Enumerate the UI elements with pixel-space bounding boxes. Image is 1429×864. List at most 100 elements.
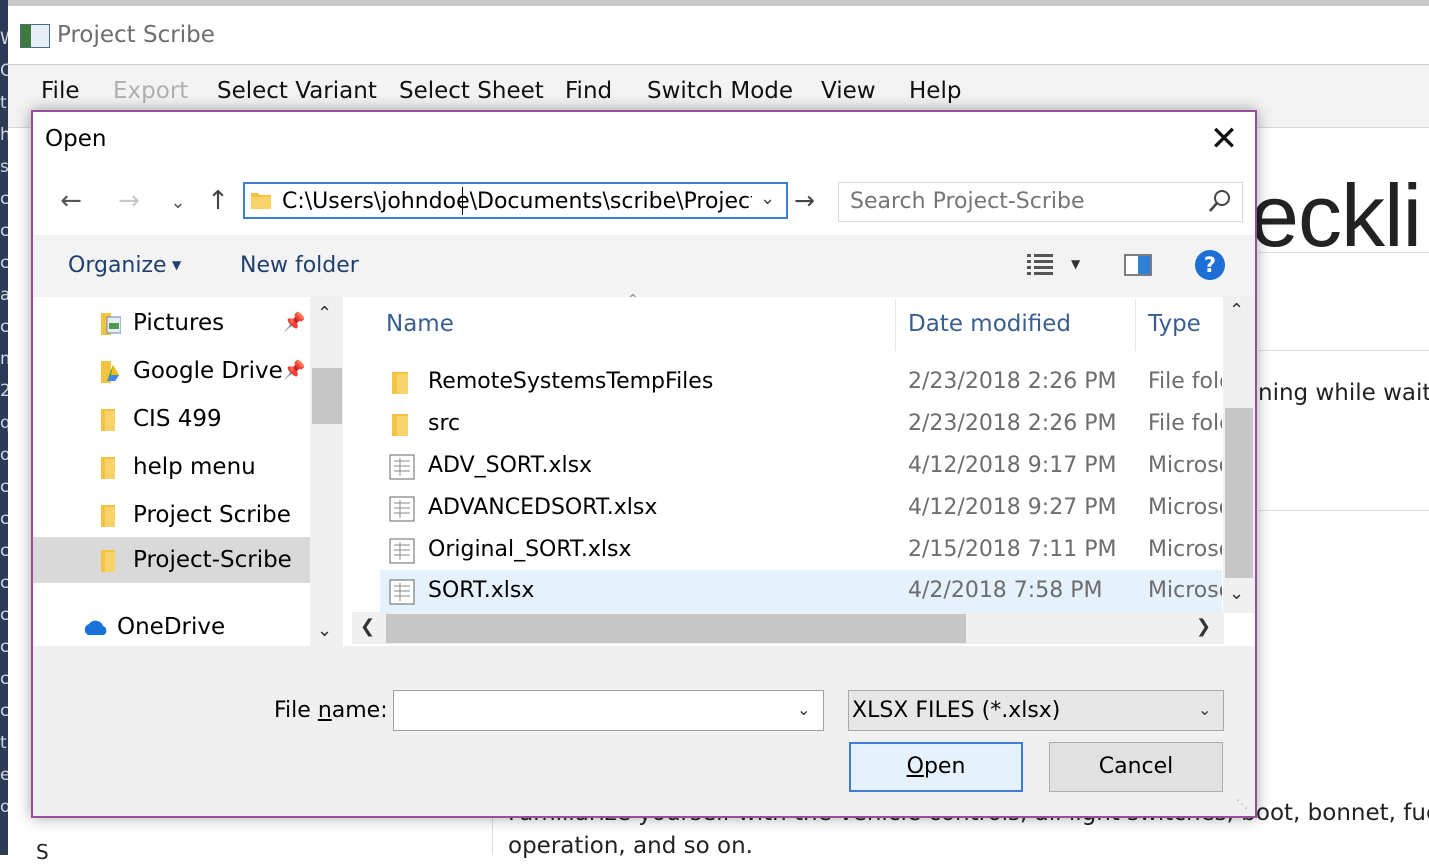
onedrive-cloud-icon (84, 620, 107, 635)
chevron-down-icon[interactable]: ⌄ (317, 620, 332, 641)
nav-item-project-scribe-selected[interactable]: Project-Scribe (33, 537, 310, 583)
file-row[interactable]: ADVANCEDSORT.xlsx 4/12/2018 9:27 PM Micr… (380, 487, 1222, 529)
file-name: RemoteSystemsTempFiles (428, 369, 714, 394)
chevron-up-icon[interactable]: ⌃ (1229, 300, 1244, 321)
chevron-up-icon[interactable]: ⌃ (317, 303, 332, 324)
caret-down-icon[interactable]: ▼ (1071, 257, 1080, 271)
view-details-icon[interactable] (1026, 252, 1054, 278)
file-name: src (428, 411, 461, 436)
file-type: Microsoft (1148, 537, 1222, 562)
menu-find[interactable]: Find (565, 78, 612, 104)
file-type: File folder (1148, 411, 1222, 436)
file-type-filter-value[interactable]: XLSX FILES (*.xlsx) (852, 698, 1060, 723)
file-name-input[interactable] (393, 690, 824, 731)
spreadsheet-file-icon (389, 454, 415, 480)
open-button[interactable]: Open (849, 742, 1023, 792)
background-window-char: s (0, 157, 8, 177)
menu-help[interactable]: Help (909, 78, 961, 104)
help-icon[interactable]: ? (1195, 250, 1225, 280)
file-date: 4/2/2018 7:58 PM (908, 578, 1103, 603)
nav-item-onedrive[interactable]: OneDrive (33, 604, 310, 646)
column-header-name[interactable]: Name (386, 311, 454, 337)
close-icon[interactable]: ✕ (1206, 122, 1242, 158)
column-separator[interactable] (895, 299, 896, 351)
background-window-char: h (0, 125, 8, 145)
app-icon (20, 24, 50, 48)
folder-icon (101, 409, 115, 431)
text-caret (462, 187, 463, 215)
file-date: 2/23/2018 2:26 PM (908, 369, 1117, 394)
background-window-char: c (0, 541, 8, 561)
nav-scrollbar-thumb[interactable] (312, 368, 342, 424)
nav-item-label: CIS 499 (133, 406, 222, 432)
nav-item-pictures[interactable]: Pictures 📌 (33, 300, 310, 346)
file-row[interactable]: RemoteSystemsTempFiles 2/23/2018 2:26 PM… (380, 361, 1222, 403)
new-folder-button[interactable]: New folder (240, 253, 359, 278)
file-row[interactable]: ADV_SORT.xlsx 4/12/2018 9:17 PM Microsof… (380, 445, 1222, 487)
menu-view[interactable]: View (821, 78, 876, 104)
menu-file[interactable]: File (41, 78, 80, 104)
folder-icon (251, 193, 271, 209)
background-window-char: W (0, 28, 8, 50)
chevron-left-icon[interactable]: ❮ (360, 616, 375, 637)
folder-icon (101, 505, 115, 527)
chevron-down-icon[interactable]: ⌄ (1198, 700, 1211, 719)
search-input[interactable] (850, 189, 1190, 214)
file-name: Original_SORT.xlsx (428, 537, 632, 562)
address-path[interactable]: C:\Users\johndoe\Documents\scribe\Projec… (282, 189, 752, 214)
chevron-down-icon[interactable]: ⌄ (1229, 583, 1244, 604)
back-arrow-icon[interactable]: ← (56, 186, 86, 216)
chevron-down-icon[interactable]: ⌄ (760, 188, 775, 209)
background-window-char: c (0, 605, 8, 625)
menu-select-variant[interactable]: Select Variant (217, 78, 377, 104)
file-list-horizontal-thumb[interactable] (386, 614, 966, 643)
file-type: Microsoft (1148, 495, 1222, 520)
up-arrow-icon[interactable]: ↑ (203, 186, 233, 216)
resize-grip-icon[interactable]: ⋱ (1236, 797, 1252, 813)
file-date: 2/15/2018 7:11 PM (908, 537, 1117, 562)
nav-item-google-drive[interactable]: Google Drive 📌 (33, 348, 310, 394)
nav-item-label: Pictures (133, 310, 225, 336)
background-window-char: c (0, 253, 8, 273)
menu-switch-mode[interactable]: Switch Mode (647, 78, 793, 104)
background-window-char: q (0, 413, 8, 433)
cancel-button[interactable]: Cancel (1049, 742, 1223, 792)
column-header-date[interactable]: Date modified (908, 311, 1071, 337)
background-window-char: c (0, 221, 8, 241)
chevron-right-icon[interactable]: ❯ (1196, 616, 1211, 637)
chevron-down-icon[interactable]: ⌄ (797, 700, 810, 719)
organize-button[interactable]: Organize (68, 253, 167, 278)
background-window-char: t (0, 93, 7, 113)
file-row[interactable]: Original_SORT.xlsx 2/15/2018 7:11 PM Mic… (380, 529, 1222, 571)
search-icon[interactable] (1207, 188, 1233, 214)
column-header-type[interactable]: Type (1148, 311, 1201, 337)
background-window-char: c (0, 573, 8, 593)
folder-icon (101, 457, 115, 479)
spreadsheet-file-icon (389, 538, 415, 564)
nav-item-help-menu[interactable]: help menu (33, 444, 310, 490)
nav-item-cis-499[interactable]: CIS 499 (33, 396, 310, 442)
column-separator[interactable] (1135, 299, 1136, 351)
preview-pane-icon[interactable] (1124, 254, 1152, 276)
background-window-char: c (0, 189, 8, 209)
file-row[interactable]: src 2/23/2018 2:26 PM File folder (380, 403, 1222, 445)
file-row-selected[interactable]: SORT.xlsx 4/2/2018 7:58 PM Microsoft (380, 570, 1222, 612)
background-window-char: c (0, 701, 8, 721)
nav-item-label: Project Scribe (133, 502, 291, 528)
nav-item-project-scribe[interactable]: Project Scribe (33, 492, 310, 538)
dialog-title: Open (45, 126, 107, 152)
background-window-char: e (0, 765, 8, 785)
background-window-char: O (0, 61, 8, 81)
file-list-vertical-thumb[interactable] (1225, 408, 1253, 578)
menu-select-sheet[interactable]: Select Sheet (399, 78, 544, 104)
background-divider (1258, 252, 1429, 253)
go-arrow-icon[interactable]: → (794, 186, 815, 215)
file-date: 4/12/2018 9:17 PM (908, 453, 1117, 478)
chevron-down-icon[interactable]: ⌄ (163, 192, 193, 213)
app-title: Project Scribe (57, 22, 215, 48)
folder-icon (101, 550, 115, 572)
background-window-char: o (0, 797, 8, 817)
nav-item-label: Project-Scribe (133, 547, 292, 573)
folder-icon (392, 372, 408, 394)
nav-scrollbar[interactable] (310, 297, 343, 646)
